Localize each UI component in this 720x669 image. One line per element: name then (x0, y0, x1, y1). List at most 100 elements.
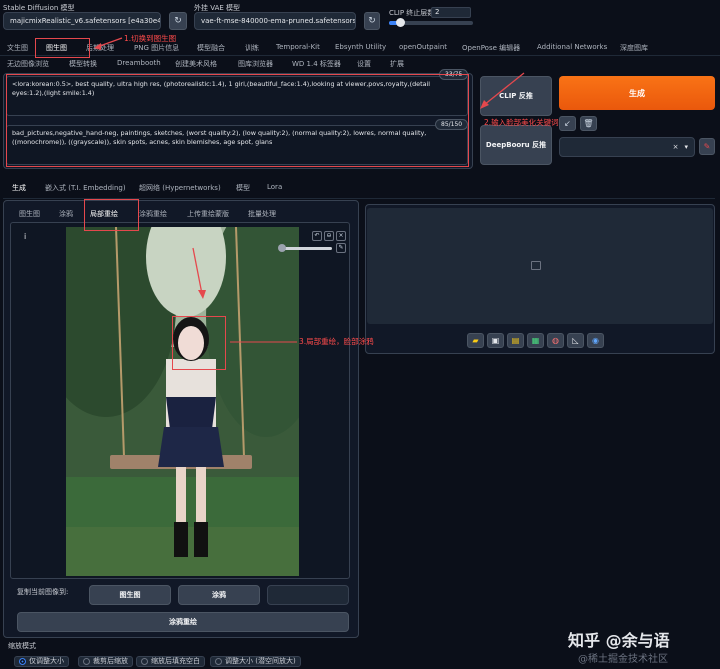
resize-option-label: 缩放后填充空白 (151, 657, 200, 665)
radio-icon (19, 657, 26, 665)
tab-main-row2-1[interactable]: 模型转换 (69, 59, 97, 69)
model-select[interactable]: majicmixRealistic_v6.safetensors [e4a30e… (3, 12, 161, 30)
chevron-down-icon: ▾ (684, 143, 688, 151)
zip-button[interactable]: ▤ (507, 333, 524, 348)
resize-option-label: 调整大小 (潜空间放大) (225, 657, 296, 665)
tab-img2img-4[interactable]: 上传重绘蒙版 (187, 209, 229, 219)
send-to-img2img-button[interactable]: ▦ (527, 333, 544, 348)
tab-sub-1[interactable]: 嵌入式 (T.I. Embedding) (45, 183, 126, 193)
clip-skip-label: CLIP 终止层数 (389, 9, 435, 17)
triangle-ruler-icon: ◺ (572, 336, 579, 345)
clip-skip-input[interactable]: 2 (431, 7, 471, 18)
tab-main-3[interactable]: PNG 图片信息 (134, 43, 179, 53)
send-to-extras-button[interactable]: ◺ (567, 333, 584, 348)
radio-icon (83, 657, 90, 665)
tab-main-5[interactable]: 训练 (245, 43, 259, 53)
resize-option-2[interactable]: 缩放后填充空白 (136, 656, 205, 667)
tab-img2img-5[interactable]: 批量处理 (248, 209, 276, 219)
refresh-vae-button[interactable]: ↻ (364, 12, 380, 30)
radio-icon (215, 657, 222, 665)
save-icon: ▣ (491, 336, 500, 345)
apply-style-button[interactable]: ✎ (699, 138, 715, 155)
zip-icon: ▤ (511, 336, 520, 345)
tab-main-row2-6[interactable]: 设置 (357, 59, 371, 69)
tab-main-6[interactable]: Temporal-Kit (276, 43, 320, 51)
brush-size-slider[interactable] (278, 244, 332, 252)
image-icon: ▦ (531, 336, 540, 345)
tab-main-11[interactable]: 深度图库 (620, 43, 648, 53)
annotation-text-3: 3.局部重绘，脸部涂鸦 (299, 337, 374, 346)
tab-img2img-1[interactable]: 涂鸦 (59, 209, 73, 219)
copy-to-sketch-button[interactable]: 涂鸦 (178, 585, 260, 605)
tab-main-7[interactable]: Ebsynth Utility (335, 43, 386, 51)
clip-interrogate-button[interactable]: CLIP 反推 (480, 76, 552, 116)
clear-prompt-button[interactable]: 🗑 (580, 116, 597, 131)
watermark-main: 知乎 @余与语 (568, 631, 670, 650)
generate-button[interactable]: 生成 (559, 76, 715, 110)
styles-select[interactable]: × ▾ (559, 137, 695, 157)
resize-option-0[interactable]: 仅调整大小 (14, 656, 69, 667)
save-button[interactable]: ▣ (487, 333, 504, 348)
inpaint-image[interactable] (66, 227, 299, 576)
tab-divider (0, 55, 720, 56)
copy-image-label: 复制当前图像到: (17, 588, 69, 596)
deepbooru-interrogate-button[interactable]: DeepBooru 反推 (480, 125, 552, 165)
trash-icon: 🗑 (583, 119, 594, 128)
refresh-model-button[interactable]: ↻ (169, 12, 187, 30)
annotation-box-inpaint-tab (84, 199, 139, 231)
tab-main-8[interactable]: openOutpaint (399, 43, 447, 51)
tab-main-10[interactable]: Additional Networks (537, 43, 607, 51)
tab-main-row2-7[interactable]: 扩展 (390, 59, 404, 69)
watermark-sub: @稀土掘金技术社区 (578, 654, 668, 665)
resize-mode-label: 缩放模式 (8, 642, 36, 650)
refresh-icon: ↻ (368, 16, 376, 26)
open-folder-button[interactable]: ▰ (467, 333, 484, 348)
info-icon[interactable]: i (24, 232, 26, 241)
tab-main-row2-3[interactable]: 创建美术风格 (175, 59, 217, 69)
clip-skip-slider-handle[interactable] (396, 18, 405, 27)
globe-icon: ◉ (592, 336, 599, 345)
vae-select[interactable]: vae-ft-mse-840000-ema-pruned.safetensors… (194, 12, 356, 30)
close-icon[interactable]: × (336, 231, 346, 241)
resize-option-label: 裁剪后缩放 (93, 657, 128, 665)
tab-main-row2-0[interactable]: 无边图像浏览 (7, 59, 49, 69)
clip-skip-slider[interactable] (389, 18, 473, 27)
refresh-icon: ↻ (174, 16, 182, 26)
tab-main-0[interactable]: 文生图 (7, 43, 28, 53)
brush-size-handle[interactable] (278, 244, 286, 252)
tab-main-9[interactable]: OpenPose 编辑器 (462, 43, 520, 53)
tab-sub-2[interactable]: 超网络 (Hypernetworks) (139, 183, 221, 193)
tab-img2img-3[interactable]: 涂鸦重绘 (139, 209, 167, 219)
annotation-box-prompts (6, 74, 469, 167)
paste-params-button[interactable]: ↙ (559, 116, 576, 131)
radio-icon (141, 657, 148, 665)
arrow-icon: ↙ (564, 119, 571, 128)
send-to-openpose-button[interactable]: ◉ (587, 333, 604, 348)
annotation-text-1: 1.切换到图生图 (124, 34, 177, 43)
vae-select-value: vae-ft-mse-840000-ema-pruned.safetensors (201, 17, 356, 25)
undo-icon[interactable]: ↶ (312, 231, 322, 241)
tab-main-row2-5[interactable]: WD 1.4 标签器 (292, 59, 341, 69)
annotation-box-face (172, 316, 226, 370)
clear-canvas-icon[interactable]: ⊖ (324, 231, 334, 241)
annotation-text-2: 2.输入脸部美化关键词 (484, 118, 559, 127)
clear-icon[interactable]: × (673, 143, 679, 151)
tab-img2img-0[interactable]: 图生图 (19, 209, 40, 219)
copy-to-inpaint-disabled-button (267, 585, 349, 605)
send-to-inpaint-button[interactable]: ◍ (547, 333, 564, 348)
tab-main-row2-2[interactable]: Dreambooth (117, 59, 161, 67)
resize-option-1[interactable]: 裁剪后缩放 (78, 656, 133, 667)
tab-sub-4[interactable]: Lora (267, 183, 282, 191)
model-select-value: majicmixRealistic_v6.safetensors [e4a30e… (10, 17, 161, 25)
resize-option-3[interactable]: 调整大小 (潜空间放大) (210, 656, 301, 667)
tab-sub-0[interactable]: 生成 (12, 183, 26, 193)
copy-to-inpaint-sketch-button[interactable]: 涂鸦重绘 (17, 612, 349, 632)
resize-option-label: 仅调整大小 (29, 657, 64, 665)
tab-main-2[interactable]: 后期处理 (86, 43, 114, 53)
image-placeholder-icon (531, 261, 541, 270)
tab-sub-3[interactable]: 模型 (236, 183, 250, 193)
tab-main-row2-4[interactable]: 图库浏览器 (238, 59, 273, 69)
copy-to-img2img-button[interactable]: 图生图 (89, 585, 171, 605)
tab-main-4[interactable]: 模型融合 (197, 43, 225, 53)
brush-icon[interactable]: ✎ (336, 243, 346, 253)
